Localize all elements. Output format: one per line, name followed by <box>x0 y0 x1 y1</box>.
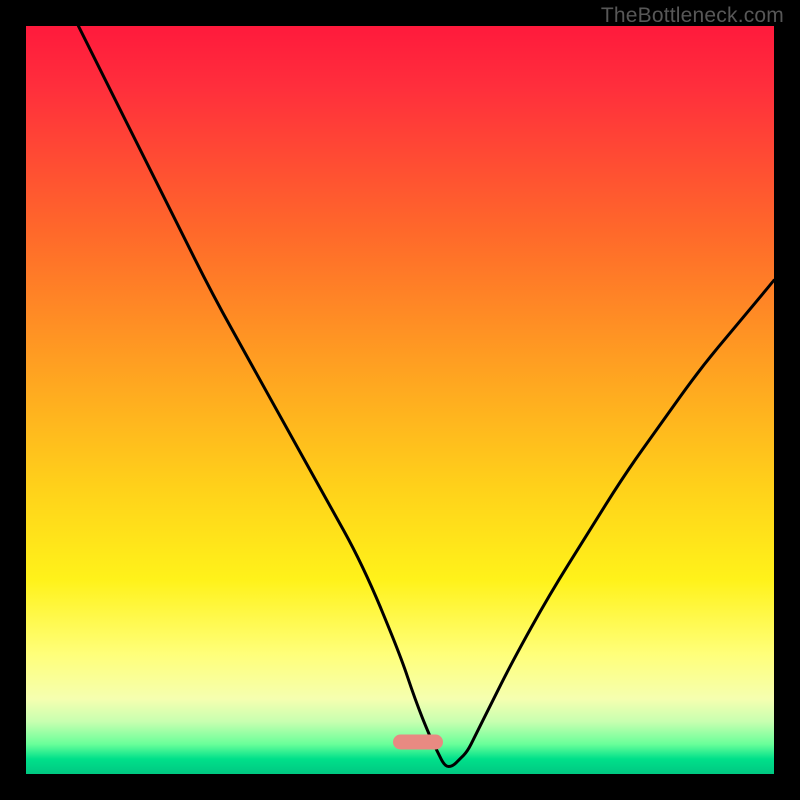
chart-frame: TheBottleneck.com <box>0 0 800 800</box>
bottleneck-curve <box>26 26 774 774</box>
watermark-text: TheBottleneck.com <box>601 4 784 28</box>
bottleneck-marker <box>393 735 443 750</box>
plot-area <box>26 26 774 774</box>
